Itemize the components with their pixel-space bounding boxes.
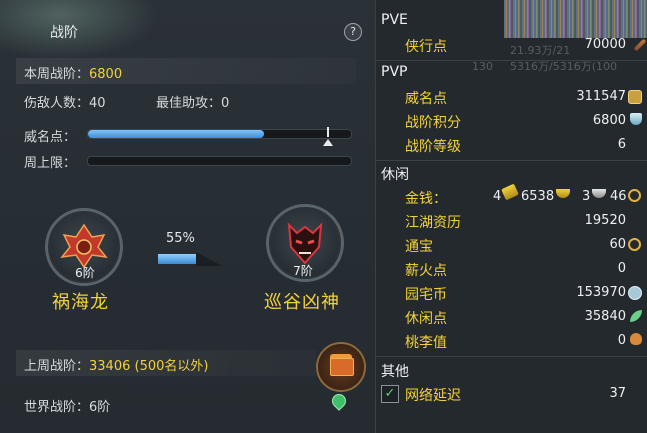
- prestige-label: 威名点：: [24, 130, 77, 145]
- world-rank-value: 6阶: [89, 400, 111, 415]
- reward-chest-button[interactable]: [316, 342, 366, 392]
- copper-ingot-icon: [592, 189, 606, 198]
- battle-rank-panel: 战阶 ? 本周战阶：6800 伤敌人数：40 最佳助攻：0 威名点： 周上限： …: [0, 0, 375, 433]
- taoli-value: 0: [617, 333, 626, 348]
- crystal-icon: [630, 113, 642, 125]
- money-copper-value: 3: [582, 189, 591, 204]
- tier-progress-bar: [158, 254, 197, 264]
- chest-icon: [330, 358, 354, 376]
- latency-checkbox[interactable]: ✓: [381, 385, 399, 403]
- pvp-separator: [376, 160, 647, 161]
- tongbao-value: 60: [609, 237, 626, 252]
- next-tier-name: 巡谷凶神: [264, 292, 340, 313]
- next-tier-level: 7阶: [293, 264, 313, 278]
- tongbao-label: 通宝: [405, 239, 433, 255]
- world-rank-label: 世界战阶：: [24, 400, 90, 415]
- kills-label: 伤敌人数：: [24, 96, 90, 111]
- pvp-rank-level-value: 6: [617, 137, 626, 152]
- house-coin-label: 园宅币: [405, 287, 447, 303]
- last-week-rank: 上周战阶：33406 (500名以外): [24, 355, 208, 374]
- sword-icon: [633, 38, 647, 52]
- background-text-3: 130: [472, 60, 493, 73]
- pve-section-title: PVE: [381, 12, 408, 28]
- copper-coin-icon: [628, 189, 641, 202]
- last-week-label: 上周战阶：: [24, 359, 90, 374]
- leisure-separator: [376, 356, 647, 357]
- pvp-section-title: PVP: [381, 64, 408, 80]
- money-label: 金钱：: [405, 191, 447, 207]
- leisure-points-label: 休闲点: [405, 311, 447, 327]
- pvp-prestige-label: 威名点: [405, 91, 447, 107]
- house-coin-value: 153970: [576, 285, 626, 300]
- location-pin-icon[interactable]: [329, 391, 349, 411]
- jianghu-exp-label: 江湖资历: [405, 215, 461, 231]
- prestige-cap-arrow: [323, 139, 333, 146]
- currency-panel: 21.93万/21 5316万/5316万(100 130 PVE 侠行点 70…: [375, 0, 647, 433]
- weekly-rank-label-text: 本周战阶：: [24, 67, 90, 82]
- weekly-limit-bar: [87, 156, 352, 166]
- world-rank: 世界战阶：6阶: [24, 396, 110, 415]
- house-coin-icon: [628, 286, 642, 300]
- last-week-value: 33406 (500名以外): [89, 359, 209, 374]
- xinhuo-value: 0: [617, 261, 626, 276]
- jianghu-exp-value: 19520: [584, 213, 626, 228]
- pvp-rank-points-label: 战阶积分: [405, 115, 461, 131]
- tier-progress-arrow: [196, 252, 222, 266]
- money-silver-value: 6538: [521, 189, 555, 204]
- panel-title: 战阶: [50, 25, 78, 41]
- pvp-rank-points-value: 6800: [592, 113, 626, 128]
- coin-icon: [628, 238, 641, 251]
- weekly-limit-label: 周上限：: [24, 156, 77, 171]
- pvp-prestige-value: 311547: [576, 89, 626, 104]
- weekly-rank-label: 本周战阶：6800: [24, 63, 122, 82]
- assists-stat: 最佳助攻：0: [156, 92, 229, 111]
- background-game-artifacts: [504, 0, 647, 38]
- prestige-progress-fill: [88, 130, 265, 138]
- gourd-icon: [630, 333, 642, 345]
- leisure-section-title: 休闲: [381, 167, 409, 183]
- kills-stat: 伤敌人数：40: [24, 92, 106, 111]
- pvp-rank-level-label: 战阶等级: [405, 139, 461, 155]
- pve-xiaxing-value: 70000: [584, 37, 626, 52]
- prestige-progress-bar: [87, 129, 352, 139]
- header-glow: [0, 0, 160, 60]
- xinhuo-label: 薪火点: [405, 263, 447, 279]
- taoli-label: 桃李值: [405, 335, 447, 351]
- assists-value: 0: [221, 96, 230, 111]
- latency-value: 37: [609, 386, 626, 401]
- background-text-1: 21.93万/21: [510, 44, 571, 57]
- kills-value: 40: [89, 96, 106, 111]
- current-tier-name: 祸海龙: [52, 292, 109, 313]
- help-icon[interactable]: ?: [344, 23, 362, 41]
- badge-icon: [628, 90, 642, 104]
- current-tier-level: 6阶: [75, 266, 95, 280]
- tier-progress-percent: 55%: [166, 231, 195, 246]
- money-coin-value: 46: [610, 189, 627, 204]
- gold-ingot-icon: [501, 183, 519, 201]
- pve-xiaxing-label: 侠行点: [405, 39, 447, 55]
- weekly-rank-value: 6800: [89, 67, 123, 82]
- assists-label: 最佳助攻：: [156, 96, 222, 111]
- leisure-points-value: 35840: [584, 309, 626, 324]
- leaf-icon: [630, 310, 642, 322]
- silver-ingot-icon: [556, 189, 570, 198]
- latency-label: 网络延迟: [405, 388, 461, 404]
- money-gold-value: 4: [493, 189, 502, 204]
- prestige-cap-marker: [327, 127, 329, 137]
- other-section-title: 其他: [381, 364, 409, 380]
- pve-separator: [376, 60, 647, 61]
